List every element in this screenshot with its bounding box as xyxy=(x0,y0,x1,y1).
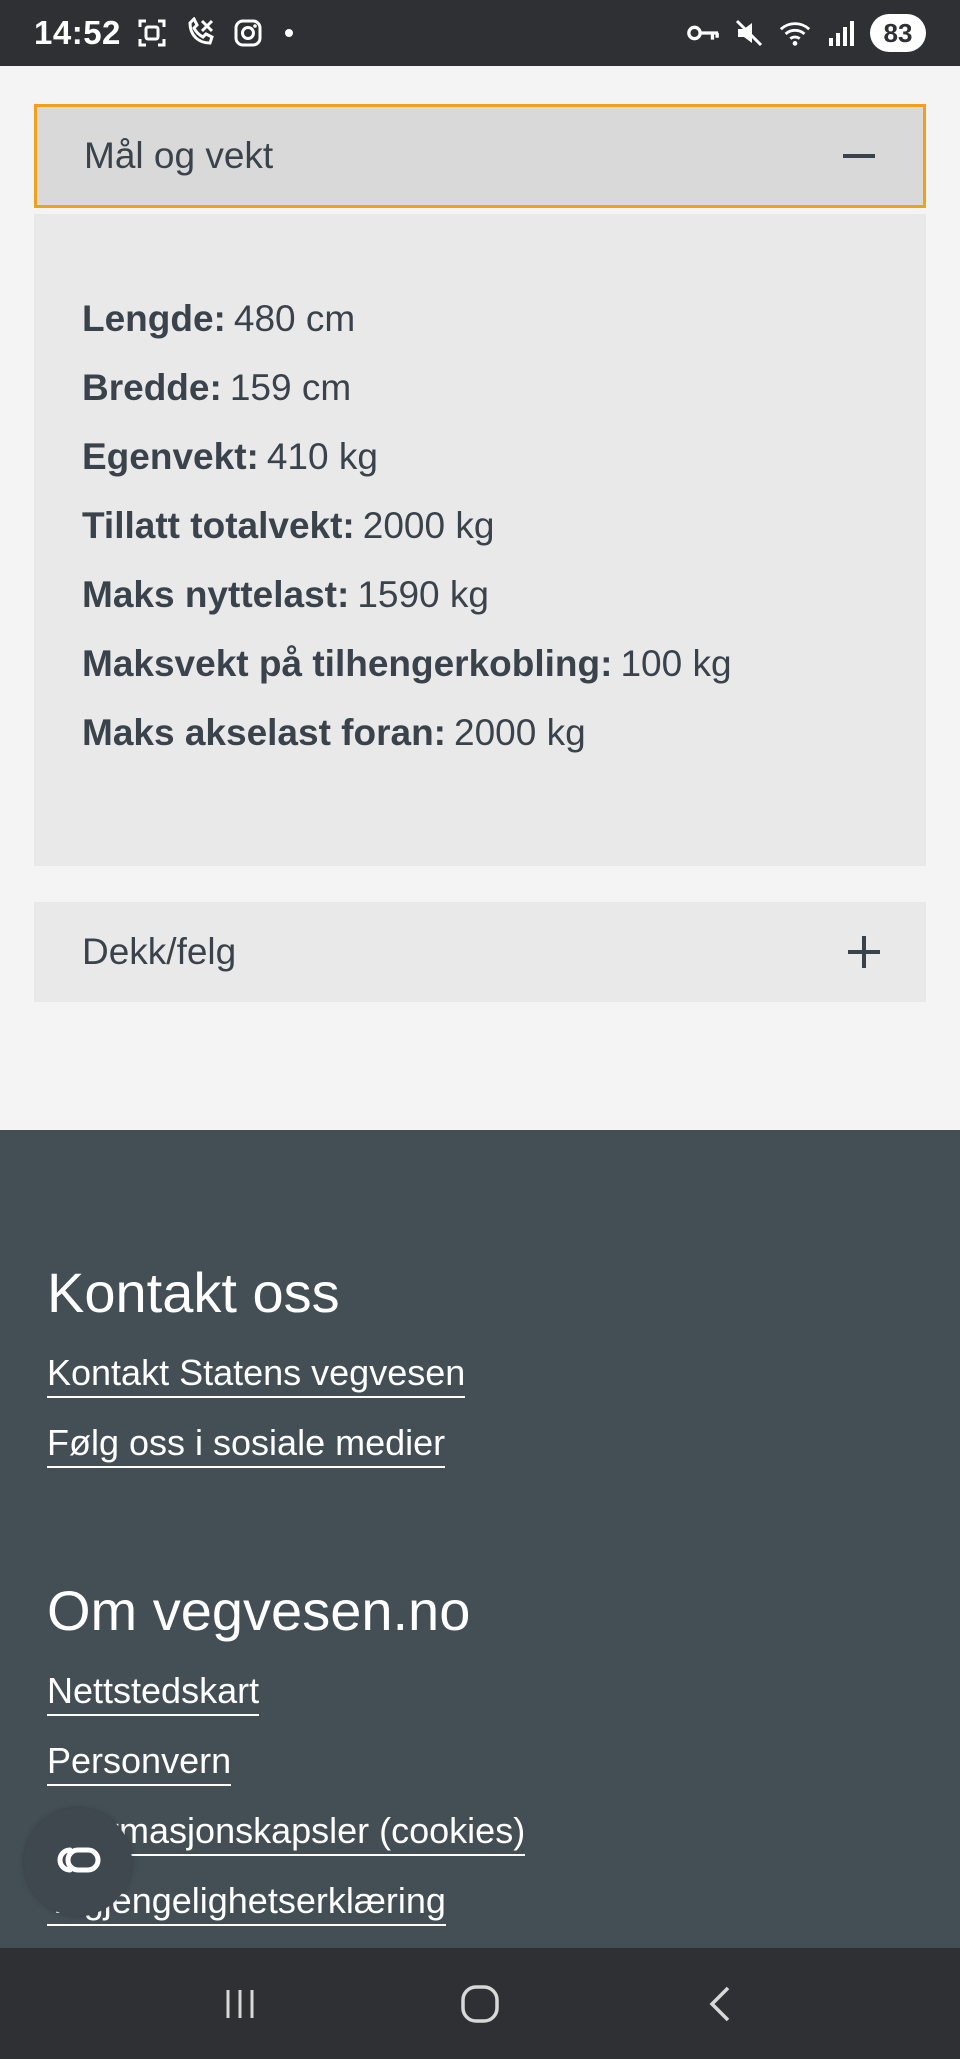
status-bar: 14:52 83 xyxy=(0,0,960,66)
spec-label: Tillatt totalvekt: xyxy=(82,505,355,546)
accordion-title: Dekk/felg xyxy=(82,931,237,972)
spec-value: 100 kg xyxy=(620,643,732,684)
spec-label: Bredde: xyxy=(82,367,222,408)
spec-row-curb-weight: Egenvekt: 410 kg xyxy=(82,422,878,491)
missed-call-icon xyxy=(183,16,217,50)
spec-value: 480 cm xyxy=(233,298,356,339)
status-time: 14:52 xyxy=(34,14,121,51)
spec-row-total-weight: Tillatt totalvekt: 2000 kg xyxy=(82,491,878,560)
minus-icon[interactable] xyxy=(843,154,875,158)
spec-value: 159 cm xyxy=(229,367,352,408)
spec-value: 2000 kg xyxy=(454,712,586,753)
recent-apps-icon[interactable] xyxy=(195,1964,285,2044)
accordion-header-dekk-felg[interactable]: Dekk/felg xyxy=(34,902,926,1002)
spec-label: Maks akselast foran: xyxy=(82,712,447,753)
cookie-settings-icon xyxy=(48,1844,108,1881)
plus-icon[interactable] xyxy=(848,936,880,968)
navigation-bar xyxy=(0,1948,960,2059)
notification-dot xyxy=(284,29,293,37)
cookie-settings-button[interactable] xyxy=(24,1808,132,1916)
site-footer: Kontakt oss Kontakt Statens vegvesen Føl… xyxy=(0,1130,960,1948)
link-sitemap[interactable]: Nettstedskart xyxy=(47,1670,260,1716)
battery-icon: 83 xyxy=(870,14,926,52)
about-heading: Om vegvesen.no xyxy=(47,1579,471,1642)
status-right: 83 xyxy=(686,14,926,52)
spec-row-front-axle: Maks akselast foran: 2000 kg xyxy=(82,698,878,767)
screenshot-icon xyxy=(135,16,169,50)
spec-value: 1590 kg xyxy=(357,574,489,615)
home-icon[interactable] xyxy=(435,1964,525,2044)
spec-label: Egenvekt: xyxy=(82,436,259,477)
vpn-key-icon xyxy=(686,16,720,50)
spec-row-width: Bredde: 159 cm xyxy=(82,353,878,422)
accordion-panel-maal-og-vekt: Lengde: 480 cm Bredde: 159 cm Egenvekt: 410… xyxy=(34,214,926,866)
spec-value: 2000 kg xyxy=(362,505,495,546)
spec-value: 410 kg xyxy=(266,436,378,477)
spec-label: Maksvekt på tilhengerkobling: xyxy=(82,643,613,684)
contact-heading: Kontakt oss xyxy=(47,1261,340,1324)
link-contact-statens-vegvesen[interactable]: Kontakt Statens vegvesen xyxy=(47,1352,466,1398)
spec-label: Maks nyttelast: xyxy=(82,574,350,615)
spec-label: Lengde: xyxy=(82,298,226,339)
signal-icon xyxy=(824,16,858,50)
accordion-title: Mål og vekt xyxy=(84,135,274,176)
spec-row-payload: Maks nyttelast: 1590 kg xyxy=(82,560,878,629)
back-icon[interactable] xyxy=(675,1964,765,2044)
instagram-icon xyxy=(231,16,265,50)
mute-icon xyxy=(732,16,766,50)
link-follow-social-media[interactable]: Følg oss i sosiale medier xyxy=(47,1422,446,1468)
wifi-icon xyxy=(778,16,812,50)
spec-row-length: Lengde: 480 cm xyxy=(82,284,878,353)
accordion-header-maal-og-vekt[interactable]: Mål og vekt xyxy=(34,104,926,208)
link-privacy[interactable]: Personvern xyxy=(47,1740,232,1786)
status-left: 14:52 xyxy=(34,14,293,52)
spec-row-tow-weight: Maksvekt på tilhengerkobling: 100 kg xyxy=(82,629,878,698)
